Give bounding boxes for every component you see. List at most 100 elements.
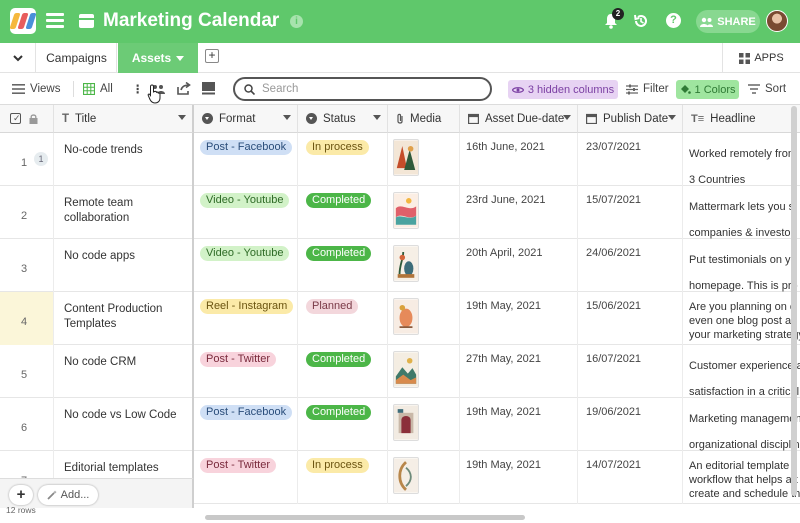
format-cell[interactable]: Post - Facebook [194,133,298,186]
apps-button[interactable]: APPS [722,43,800,73]
publish-date-cell[interactable]: 16/07/2021 [578,345,683,398]
format-cell[interactable]: Post - Twitter [194,451,298,504]
hidden-columns-button[interactable]: 3 hidden columns [508,80,618,99]
search-box[interactable] [233,77,492,101]
column-header-asset-due-date[interactable]: Asset Due-date [460,105,578,133]
chevron-down-icon[interactable]: ⌄ [265,12,278,32]
media-cell[interactable] [388,398,460,451]
more-options-icon[interactable]: ⋮ [132,73,144,105]
add-dropdown-button[interactable]: Add... [38,485,98,505]
export-icon[interactable] [177,82,191,95]
publish-date-cell[interactable]: 14/07/2021 [578,451,683,504]
media-cell[interactable] [388,451,460,504]
status-cell[interactable]: Completed [298,186,388,239]
publish-date-cell[interactable]: 15/06/2021 [578,292,683,345]
caret-down-icon[interactable] [178,115,186,120]
due-date-cell[interactable]: 23rd June, 2021 [460,186,578,239]
due-date-cell[interactable]: 19th May, 2021 [460,398,578,451]
title-cell[interactable]: No code vs Low Code [54,398,194,451]
format-cell[interactable]: Post - Facebook [194,398,298,451]
headline-cell[interactable]: Customer experience a satisfaction in a … [683,345,800,398]
publish-date-cell[interactable]: 19/06/2021 [578,398,683,451]
add-record-button[interactable]: + [9,485,33,505]
column-header-headline[interactable]: T≡ Headline [683,105,800,133]
comment-count-badge[interactable]: 1 [34,152,48,166]
colors-button[interactable]: 1 Colors [676,80,739,99]
table-row[interactable]: 2 Remote team collaboration Video - Yout… [0,186,800,239]
media-thumbnail[interactable] [393,298,419,335]
views-button[interactable]: Views [12,73,60,105]
caret-down-icon[interactable] [668,115,676,120]
share-button[interactable]: SHARE [696,10,760,33]
media-cell[interactable] [388,133,460,186]
media-cell[interactable] [388,239,460,292]
title-cell[interactable]: No code CRM [54,345,194,398]
horizontal-scrollbar[interactable] [195,512,800,523]
search-input[interactable] [262,83,462,95]
caret-down-icon[interactable] [373,115,381,120]
history-icon[interactable] [633,13,649,29]
media-thumbnail[interactable] [393,245,419,282]
media-thumbnail[interactable] [393,192,419,229]
media-cell[interactable] [388,186,460,239]
publish-date-cell[interactable]: 23/07/2021 [578,133,683,186]
format-cell[interactable]: Video - Youtube [194,186,298,239]
view-selector[interactable]: All [83,73,113,105]
tab-assets[interactable]: Assets [118,43,198,73]
headline-cell[interactable]: Are you planning on c even one blog post… [683,292,800,345]
media-thumbnail[interactable] [393,404,419,441]
media-cell[interactable] [388,292,460,345]
status-cell[interactable]: In process [298,451,388,504]
row-height-icon[interactable] [202,82,215,95]
app-title[interactable]: Marketing Calendar [103,10,279,32]
table-row[interactable]: 5 No code CRM Post - Twitter Completed 2… [0,345,800,398]
sort-button[interactable]: Sort [748,73,786,105]
headline-cell[interactable]: An editorial template i workflow that he… [683,451,800,504]
status-cell[interactable]: Completed [298,239,388,292]
vertical-scrollbar[interactable] [791,106,797,496]
media-cell[interactable] [388,345,460,398]
status-cell[interactable]: Planned [298,292,388,345]
tab-campaigns[interactable]: Campaigns [37,43,117,73]
headline-cell[interactable]: Mattermark lets you s companies & invest… [683,186,800,239]
status-cell[interactable]: Completed [298,345,388,398]
format-cell[interactable]: Video - Youtube [194,239,298,292]
hamburger-menu-icon[interactable] [46,13,64,28]
title-cell[interactable]: No-code trends [54,133,194,186]
title-cell[interactable]: No code apps [54,239,194,292]
format-cell[interactable]: Post - Twitter [194,345,298,398]
filter-button[interactable]: Filter [626,73,669,105]
table-row[interactable]: 1 1 No-code trends Post - Facebook In pr… [0,133,800,186]
horizontal-scrollbar-thumb[interactable] [205,515,525,520]
due-date-cell[interactable]: 19th May, 2021 [460,292,578,345]
info-icon[interactable]: i [290,15,303,28]
column-header-status[interactable]: Status [298,105,388,133]
due-date-cell[interactable]: 27th May, 2021 [460,345,578,398]
headline-cell[interactable]: Marketing managemen organizational disci… [683,398,800,451]
headline-cell[interactable]: Worked remotely from 3 Countries [683,133,800,186]
title-cell[interactable]: Content Production Templates [54,292,194,345]
column-header-media[interactable]: Media [388,105,460,133]
table-row[interactable]: 3 No code apps Video - Youtube Completed… [0,239,800,292]
publish-date-cell[interactable]: 15/07/2021 [578,186,683,239]
table-row[interactable]: 4 Content Production Templates Reel - In… [0,292,800,345]
caret-down-icon[interactable] [283,115,291,120]
title-cell[interactable]: Remote team collaboration [54,186,194,239]
due-date-cell[interactable]: 16th June, 2021 [460,133,578,186]
table-row[interactable]: 6 No code vs Low Code Post - Facebook Co… [0,398,800,451]
due-date-cell[interactable]: 19th May, 2021 [460,451,578,504]
logo-icon[interactable] [9,8,37,34]
media-thumbnail[interactable] [393,457,419,494]
publish-date-cell[interactable]: 24/06/2021 [578,239,683,292]
media-thumbnail[interactable] [393,351,419,388]
column-header-format[interactable]: Format [194,105,298,133]
media-thumbnail[interactable] [393,139,419,176]
status-cell[interactable]: In process [298,133,388,186]
select-all-checkbox[interactable]: ✓ [10,113,21,124]
column-header-title[interactable]: T Title [54,105,194,133]
chevron-down-icon[interactable] [0,43,36,73]
caret-down-icon[interactable] [563,115,571,120]
column-header-publish-date[interactable]: Publish Date [578,105,683,133]
format-cell[interactable]: Reel - Instagram [194,292,298,345]
caret-down-icon[interactable] [176,55,185,61]
